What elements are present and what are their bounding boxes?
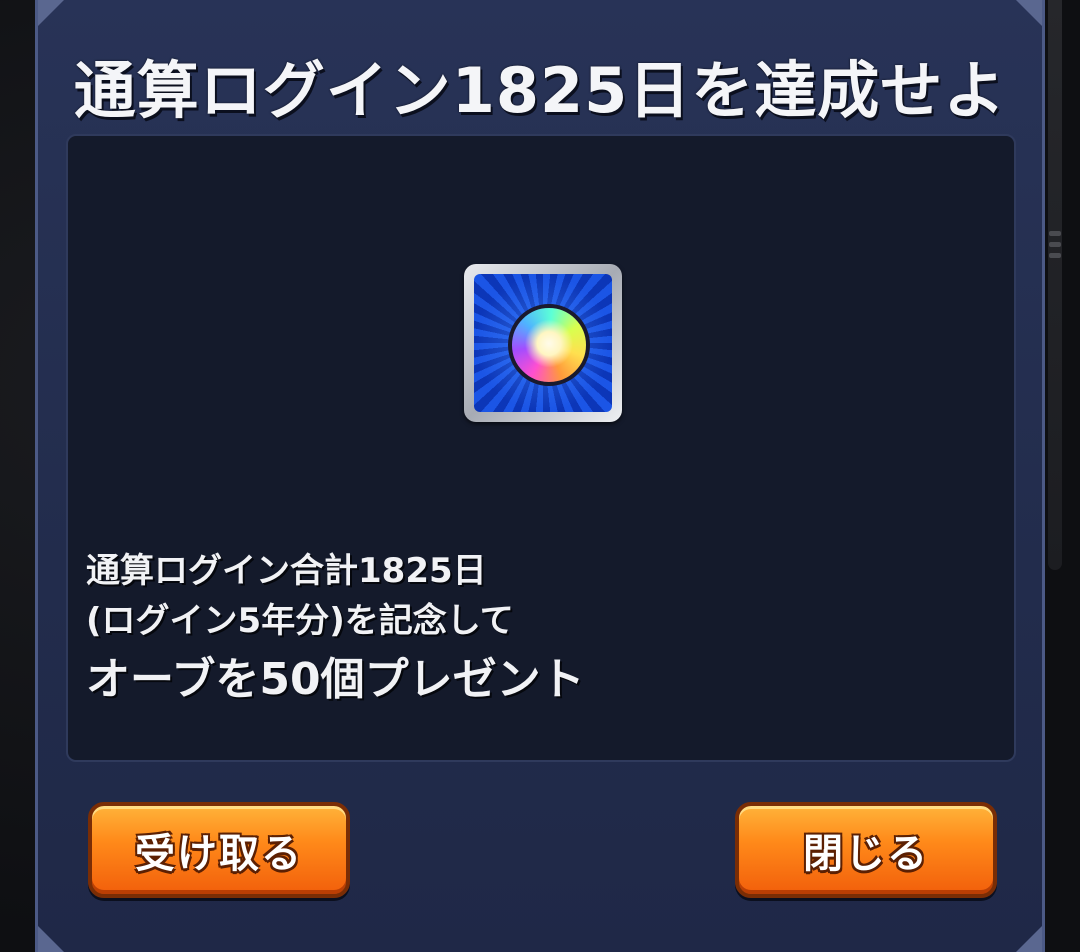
mission-dialog: 通算ログイン1825日を達成せよ 通算ログイン合計1825日 (ログイン5年分)…	[35, 0, 1045, 952]
grip-line	[1049, 252, 1061, 258]
description-line-3: オーブを50個プレゼント	[86, 654, 585, 705]
corner-ornament	[38, 926, 64, 952]
grip-line	[1049, 241, 1061, 247]
scrollbar-handle[interactable]	[1046, 215, 1064, 273]
orb-icon	[508, 304, 590, 386]
description-line-2: (ログイン5年分)を記念して	[86, 601, 514, 641]
corner-ornament	[38, 0, 64, 26]
icon-background	[474, 274, 612, 412]
corner-ornament	[1016, 926, 1042, 952]
description-line-1: 通算ログイン合計1825日	[86, 551, 487, 591]
rainbow-orb-icon	[464, 264, 622, 422]
scrollbar-track[interactable]	[1048, 0, 1062, 570]
corner-ornament	[1016, 0, 1042, 26]
close-button[interactable]: 閉じる	[735, 802, 997, 898]
reward-description: 通算ログイン合計1825日 (ログイン5年分)を記念して オーブを50個プレゼン…	[86, 546, 585, 714]
dialog-title: 通算ログイン1825日を達成せよ	[73, 54, 1007, 127]
content-panel: 通算ログイン合計1825日 (ログイン5年分)を記念して オーブを50個プレゼン…	[66, 134, 1016, 762]
receive-button[interactable]: 受け取る	[88, 802, 350, 898]
grip-line	[1049, 230, 1061, 236]
